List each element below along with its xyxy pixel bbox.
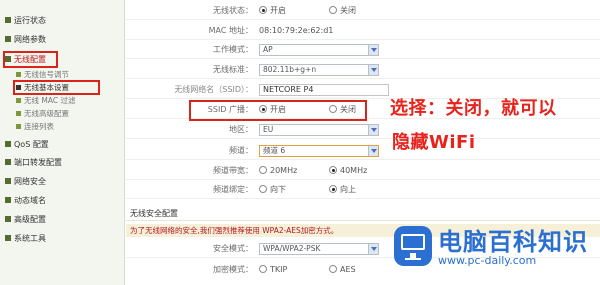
channel-select[interactable]: 频道 6 [259,145,379,157]
bullet-icon [5,178,11,184]
radio-icon [259,166,267,174]
bandwidth-20-radio[interactable]: 20MHz [259,165,297,177]
encryption-tkip-radio[interactable]: TKIP [259,264,287,276]
bullet-icon [5,235,11,241]
security-mode-select[interactable]: WPA/WPA2-PSK [259,243,379,255]
bullet-icon [5,141,11,147]
radio-icon [259,185,267,193]
bullet-icon [5,197,11,203]
sidebar-item-status[interactable]: 运行状态 [0,13,125,28]
radio-icon [329,265,337,273]
row-mode: 工作模式： AP [126,41,600,59]
chevron-down-icon [368,146,378,156]
highlight-ssid-broadcast [189,100,367,121]
chevron-down-icon [368,244,378,254]
sidebar-item-security[interactable]: 网络安全 [0,174,125,189]
row-bandwidth: 频道带宽： 20MHz 40MHz [126,162,600,180]
bullet-icon [16,124,21,129]
sidebar-subitem-signal[interactable]: 无线信号调节 [16,69,121,80]
bullet-icon [16,72,21,77]
wireless-off-radio[interactable]: 关闭 [329,5,356,17]
region-select[interactable]: EU [259,124,379,136]
annotation-line-2: 隐藏WiFi [392,132,476,153]
radio-selected-icon [329,185,337,193]
chevron-down-icon [368,65,378,75]
sideband-up-radio[interactable]: 向上 [329,184,356,196]
row-wireless-status: 无线状态： 开启 关闭 [126,2,600,20]
annotation-line-1: 选择：关闭，就可以 [390,98,557,119]
bullet-icon [16,111,21,116]
mode-select[interactable]: AP [259,44,379,56]
monitor-icon [394,226,432,266]
radio-selected-icon [329,166,337,174]
encryption-aes-radio[interactable]: AES [329,264,356,276]
sidebar-subitem-advanced[interactable]: 无线高级配置 [16,108,121,119]
chevron-down-icon [368,45,378,55]
row-region: 地区： EU [126,121,600,139]
sidebar-item-network[interactable]: 网络参数 [0,32,125,47]
sidebar-item-system-tools[interactable]: 系统工具 [0,231,125,246]
row-channel: 频道： 频道 6 [126,142,600,160]
site-logo: 电脑百科知识 www.pc-daily.com [392,218,600,285]
standard-select[interactable]: 802.11b+g+n [259,64,379,76]
chevron-down-icon [368,125,378,135]
radio-selected-icon [259,6,267,14]
sidebar-item-advanced[interactable]: 高级配置 [0,212,125,227]
bullet-icon [16,98,21,103]
row-standard: 无线标准： 802.11b+g+n [126,61,600,79]
bandwidth-40-radio[interactable]: 40MHz [329,165,367,177]
bullet-icon [5,17,11,23]
mac-value: 08:10:79:2e:62:d1 [259,26,334,35]
logo-brand-text: 电脑百科知识 [438,228,588,256]
bullet-icon [5,216,11,222]
radio-icon [259,265,267,273]
highlight-wireless-config [3,51,58,68]
row-mac: MAC 地址： 08:10:79:2e:62:d1 [126,22,600,40]
sideband-down-radio[interactable]: 向下 [259,184,286,196]
wireless-on-radio[interactable]: 开启 [259,5,286,17]
sidebar-item-ddns[interactable]: 动态域名 [0,193,125,208]
sidebar-subitem-mac-filter[interactable]: 无线 MAC 过滤 [16,95,121,106]
ssid-input[interactable]: NETCORE P4 [259,84,389,96]
sidebar-item-qos[interactable]: QoS 配置 [0,137,125,152]
row-sideband: 频道绑定： 向下 向上 [126,181,600,199]
logo-site-url: www.pc-daily.com [438,254,537,267]
radio-icon [329,6,337,14]
bullet-icon [5,159,11,165]
highlight-wireless-basic [13,80,100,95]
sidebar-subitem-clients[interactable]: 连接列表 [16,121,121,132]
sidebar-nav: 运行状态 网络参数 无线配置 无线信号调节 无线基本设置 无线 MAC 过滤 无… [0,0,125,285]
bullet-icon [5,36,11,42]
sidebar-item-port-forward[interactable]: 端口转发配置 [0,155,125,170]
